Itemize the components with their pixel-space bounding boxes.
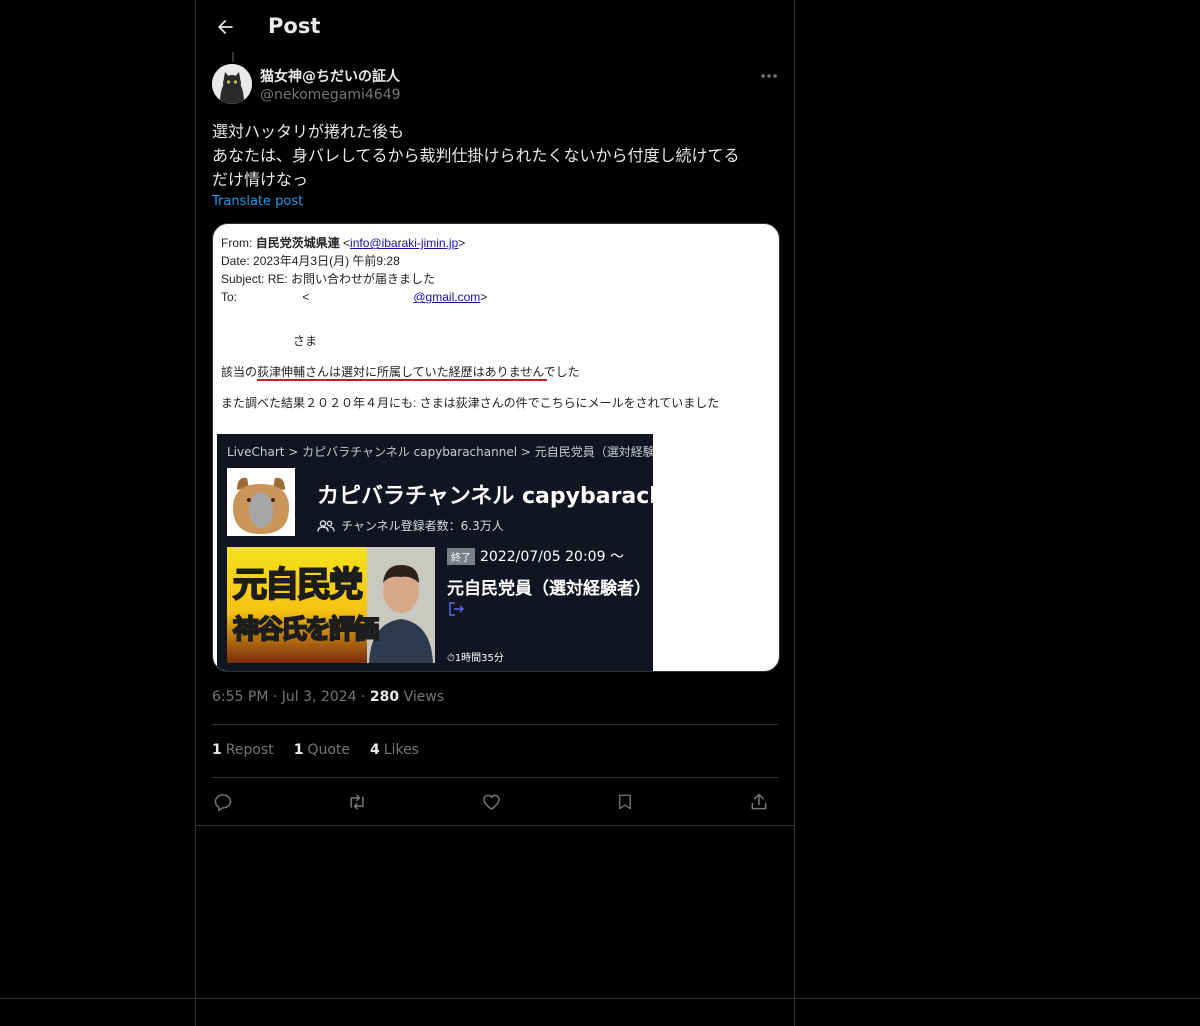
email-body-line-2: また調べた結果２０２０年４月にも: さまは荻津さんの件でこちらにメールをされてい… <box>221 396 720 410</box>
back-arrow-icon <box>218 19 233 35</box>
person-photo-icon <box>367 547 435 663</box>
post-meta: 6:55 PM · Jul 3, 2024 · 280 Views <box>212 689 445 705</box>
thread-line <box>232 52 234 62</box>
post-time[interactable]: 6:55 PM <box>212 689 268 705</box>
subscriber-count: チャンネル登録者数：6.3万人 <box>317 517 504 534</box>
like-icon <box>482 794 500 810</box>
stream-date: 2022/07/05 20:09 ～ <box>480 549 624 565</box>
post-date[interactable]: Jul 3, 2024 <box>282 689 357 705</box>
email-from-row: From: 自民党茨城県連 <info@ibaraki-jimin.jp> <box>221 236 466 250</box>
divider <box>0 998 1200 999</box>
action-bar <box>212 787 778 817</box>
share-button[interactable] <box>744 787 774 817</box>
likes-stat[interactable]: 4 Likes <box>370 742 419 758</box>
page-title: Post <box>268 14 321 38</box>
repost-icon <box>350 794 364 810</box>
reply-icon <box>214 794 232 812</box>
engagement-stats: 1 Repost 1 Quote 4 Likes <box>212 742 419 758</box>
capybara-logo <box>227 468 295 536</box>
email-subject-row: Subject: RE: お問い合わせが届きました <box>221 272 436 286</box>
bookmark-button[interactable] <box>610 787 640 817</box>
email-to-row: To: < @gmail.com> <box>221 290 488 304</box>
share-icon <box>751 793 767 810</box>
video-thumbnail: 元自民党 神谷氏を評価 <box>227 547 435 663</box>
people-icon <box>317 519 335 532</box>
video-title: 元自民党員（選対経験者） <box>447 579 651 599</box>
views-label: Views <box>403 689 445 705</box>
external-link-icon <box>449 602 464 616</box>
more-icon <box>761 74 777 78</box>
email-to-address: @gmail.com <box>413 290 481 304</box>
header: Post <box>196 0 794 54</box>
ended-badge: 終了 <box>447 548 475 565</box>
bookmark-icon <box>619 794 631 810</box>
thumbnail-text-2: 神谷氏を評価 <box>232 614 380 646</box>
reposts-stat[interactable]: 1 Repost <box>212 742 274 758</box>
views-count: 280 <box>369 689 400 705</box>
livechart-breadcrumb: LiveChart > カピバラチャンネル capybarachannel > … <box>227 445 653 459</box>
email-body-line-1: 該当の荻津伸輔さんは選対に所属していた経歴はありませんでした <box>221 365 580 379</box>
email-from-address: info@ibaraki-jimin.jp <box>350 236 459 250</box>
post-text: 選対ハッタリが捲れた後も あなたは、身バレしてるから裁判仕掛けられたくないから付… <box>212 122 740 189</box>
repost-button[interactable] <box>342 787 372 817</box>
email-screenshot: From: 自民党茨城県連 <info@ibaraki-jimin.jp> Da… <box>221 234 761 306</box>
more-button[interactable] <box>754 64 784 88</box>
post-column: Post 猫女神@ちだいの証人 @nekomegami4649 選対ハッタリが捲… <box>195 0 795 1026</box>
thumbnail-person <box>367 547 435 663</box>
red-underline-mark <box>257 379 547 381</box>
back-button[interactable] <box>208 10 242 44</box>
video-duration: ⏱1時間35分 <box>447 653 504 664</box>
capybara-icon <box>233 477 289 534</box>
like-button[interactable] <box>476 787 506 817</box>
quotes-stat[interactable]: 1 Quote <box>294 742 350 758</box>
email-from-name: 自民党茨城県連 <box>255 236 340 250</box>
cat-avatar-icon <box>212 64 252 104</box>
livechart-screenshot: LiveChart > カピバラチャンネル capybarachannel > … <box>217 434 653 671</box>
divider <box>196 825 794 826</box>
reply-button[interactable] <box>208 787 238 817</box>
divider <box>212 777 778 778</box>
email-date-row: Date: 2023年4月3日(月) 午前9:28 <box>221 254 400 268</box>
divider <box>212 724 778 725</box>
clock-icon: ⏱ <box>447 653 455 664</box>
translate-post-link[interactable]: Translate post <box>212 194 303 209</box>
post-image[interactable]: From: 自民党茨城県連 <info@ibaraki-jimin.jp> Da… <box>212 223 780 672</box>
email-salutation: さま <box>293 334 318 348</box>
channel-title: カピバラチャンネル capybarachan <box>317 484 653 509</box>
author-handle[interactable]: @nekomegami4649 <box>260 87 401 103</box>
author-name[interactable]: 猫女神@ちだいの証人 <box>260 66 400 86</box>
thumbnail-text-1: 元自民党 <box>232 564 364 606</box>
avatar[interactable] <box>212 64 252 104</box>
